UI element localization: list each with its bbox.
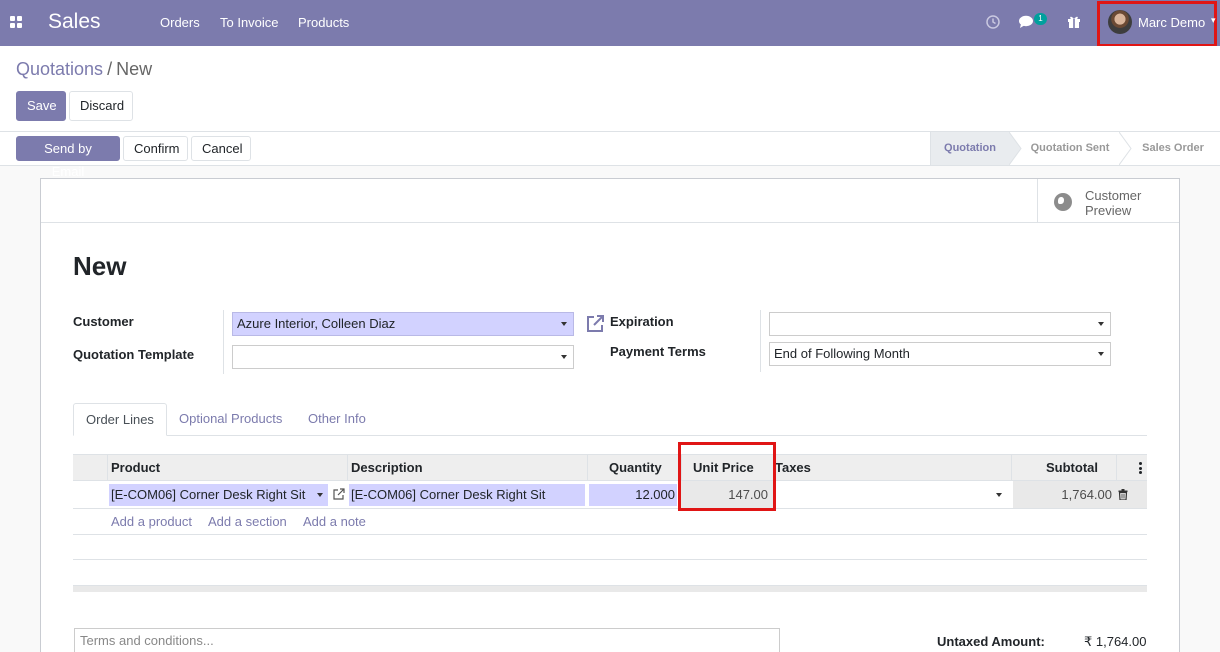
column-divider — [347, 455, 348, 481]
expiration-field[interactable] — [769, 312, 1111, 336]
save-button[interactable]: Save — [16, 91, 66, 121]
tab-other-info[interactable]: Other Info — [296, 403, 378, 436]
untaxed-amount-value: ₹ 1,764.00 — [1084, 634, 1147, 649]
confirm-button[interactable]: Confirm — [123, 136, 188, 161]
payment-terms-label: Payment Terms — [610, 344, 706, 359]
order-lines-header: Product Description Quantity Unit Price … — [73, 454, 1147, 481]
header-quantity[interactable]: Quantity — [609, 455, 662, 481]
table-row-empty — [73, 535, 1147, 560]
table-footer — [73, 585, 1147, 592]
activity-clock-icon[interactable] — [986, 15, 1000, 29]
customer-label: Customer — [73, 314, 134, 329]
field-separator — [760, 310, 761, 372]
button-box: Customer Preview — [41, 179, 1179, 223]
untaxed-amount-label: Untaxed Amount: — [937, 634, 1045, 649]
quotation-template-field[interactable] — [232, 345, 574, 369]
field-separator — [223, 310, 224, 374]
customer-preview-label: Customer Preview — [1085, 188, 1142, 218]
statusbar: Send by Email Confirm Cancel Quotation Q… — [0, 132, 1220, 179]
customer-preview-button[interactable]: Customer Preview — [1037, 179, 1179, 223]
stage-sales-order[interactable]: Sales Order — [1131, 132, 1215, 165]
control-panel: Quotations / New Save Discard — [0, 46, 1220, 132]
app-name[interactable]: Sales — [48, 10, 101, 34]
quantity-cell-input[interactable]: 12.000 — [589, 484, 677, 506]
payment-terms-field[interactable]: End of Following Month — [769, 342, 1111, 366]
breadcrumb-parent[interactable]: Quotations — [16, 59, 103, 79]
column-divider — [1116, 455, 1117, 481]
terms-and-conditions-field[interactable]: Terms and conditions... — [74, 628, 780, 652]
product-cell-input[interactable]: [E-COM06] Corner Desk Right Sit — [109, 484, 328, 506]
user-name: Marc Demo — [1138, 15, 1206, 30]
taxes-cell-input[interactable] — [775, 484, 1007, 506]
cancel-button[interactable]: Cancel — [191, 136, 251, 161]
breadcrumb-separator: / — [107, 59, 113, 79]
tab-order-lines[interactable]: Order Lines — [73, 403, 167, 436]
gift-icon[interactable] — [1067, 14, 1081, 28]
user-avatar — [1108, 10, 1132, 34]
column-divider — [587, 455, 588, 481]
stage-quotation[interactable]: Quotation — [931, 132, 1009, 165]
menu-products[interactable]: Products — [298, 15, 349, 30]
dropdown-caret-icon — [561, 355, 567, 359]
breadcrumb-current: New — [116, 59, 153, 79]
globe-icon — [1054, 193, 1072, 211]
header-product[interactable]: Product — [111, 455, 160, 481]
external-link-icon[interactable] — [333, 488, 345, 500]
notebook-tabs: Order Lines Optional Products Other Info — [73, 403, 1147, 436]
header-subtotal[interactable]: Subtotal — [1046, 455, 1098, 481]
table-row-empty — [73, 509, 1147, 535]
table-row[interactable]: [E-COM06] Corner Desk Right Sit [E-COM06… — [73, 481, 1147, 509]
optional-columns-icon[interactable] — [1139, 462, 1142, 476]
unit-price-highlight-box — [678, 442, 776, 511]
header-taxes[interactable]: Taxes — [775, 455, 811, 481]
header-description[interactable]: Description — [351, 455, 423, 481]
dropdown-caret-icon — [996, 493, 1002, 497]
chat-bubble-icon[interactable] — [1019, 15, 1035, 29]
discard-button[interactable]: Discard — [69, 91, 133, 121]
chat-count-badge: 1 — [1034, 13, 1047, 25]
column-divider — [1011, 455, 1012, 481]
quotation-template-label: Quotation Template — [73, 347, 195, 362]
apps-menu-icon[interactable] — [10, 16, 23, 29]
description-cell-input[interactable]: [E-COM06] Corner Desk Right Sit — [349, 484, 585, 506]
dropdown-caret-icon — [1098, 352, 1104, 356]
dropdown-caret-icon — [317, 493, 323, 497]
send-by-email-button[interactable]: Send by Email — [16, 136, 120, 179]
document-title: New — [73, 251, 127, 281]
column-divider — [107, 455, 108, 481]
user-caret-icon: ▾ — [1211, 15, 1216, 25]
menu-orders[interactable]: Orders — [160, 15, 200, 30]
dropdown-caret-icon — [1098, 322, 1104, 326]
expiration-label: Expiration — [610, 314, 674, 329]
external-link-icon[interactable] — [586, 314, 605, 333]
customer-field[interactable]: Azure Interior, Colleen Diaz — [232, 312, 574, 336]
menu-to-invoice[interactable]: To Invoice — [220, 15, 279, 30]
form-sheet: Customer Preview New Customer Quotation … — [40, 178, 1180, 652]
user-menu[interactable]: Marc Demo ▾ — [1097, 1, 1217, 47]
breadcrumb: Quotations / New — [16, 59, 152, 80]
top-navbar: Sales Orders To Invoice Products 1 Marc … — [0, 0, 1220, 47]
stage-quotation-sent[interactable]: Quotation Sent — [1021, 132, 1119, 165]
dropdown-caret-icon — [561, 322, 567, 326]
tab-optional-products[interactable]: Optional Products — [167, 403, 294, 436]
statusbar-divider — [930, 132, 931, 165]
trash-icon[interactable] — [1118, 489, 1128, 500]
